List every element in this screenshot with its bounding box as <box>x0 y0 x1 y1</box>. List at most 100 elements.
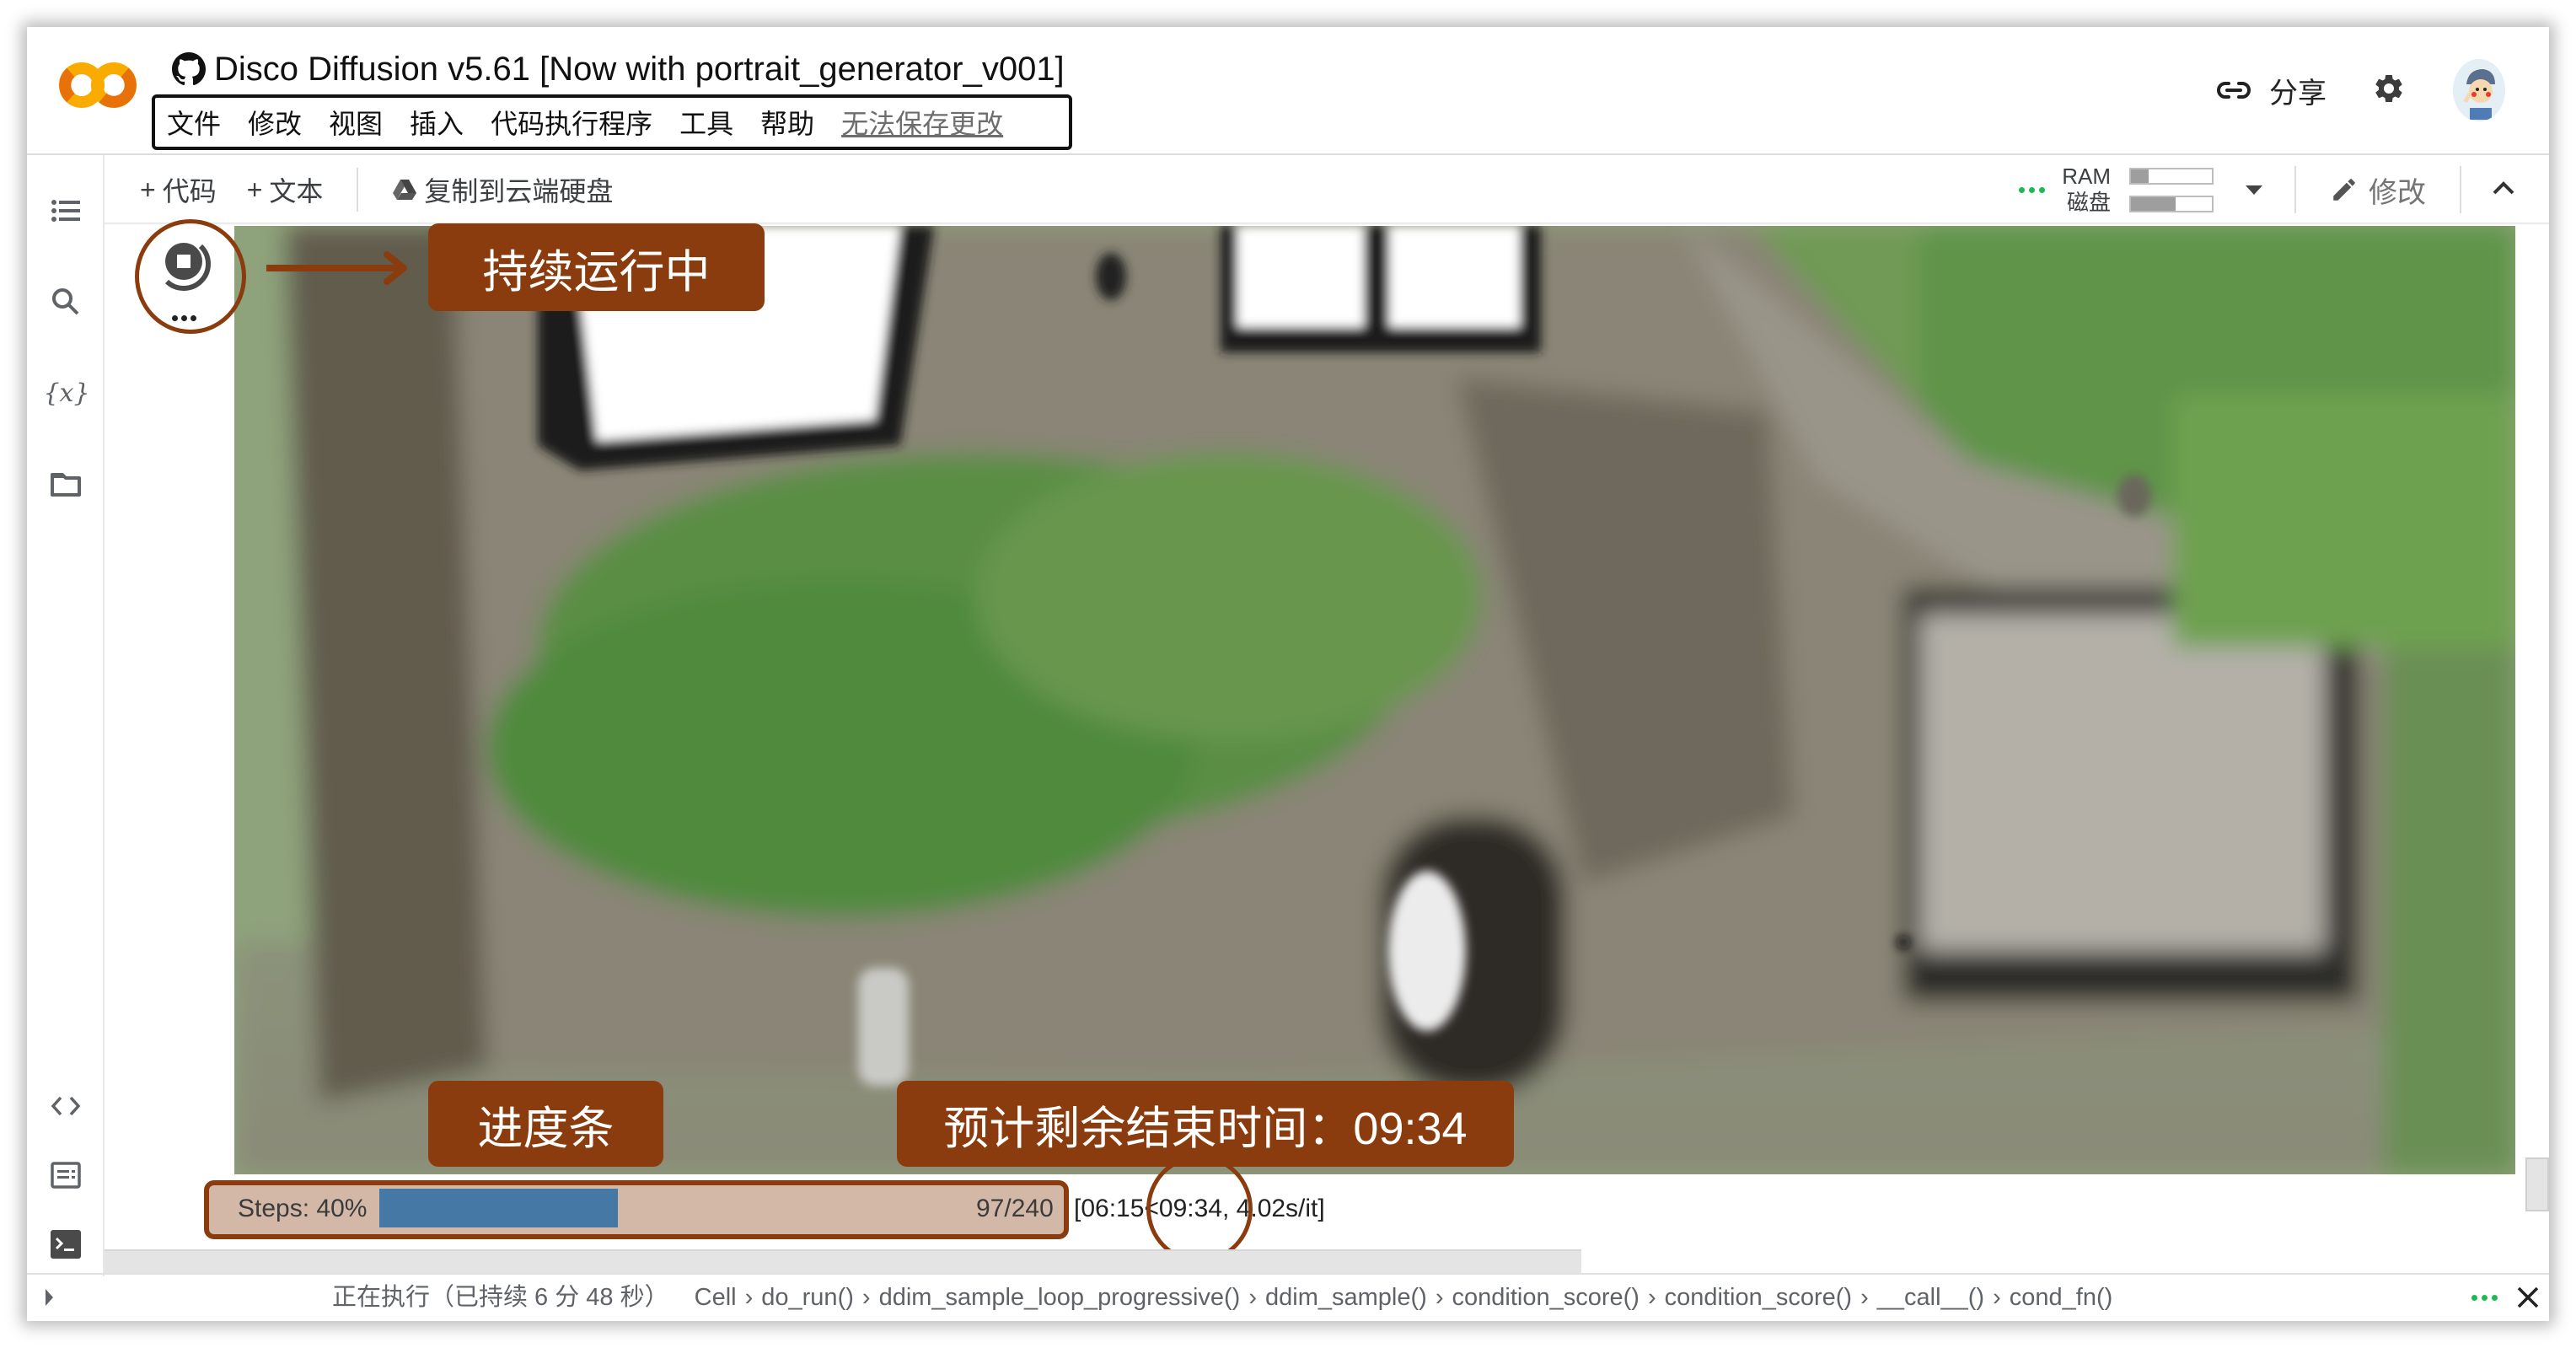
chevron-right-icon: › <box>1647 1284 1656 1311</box>
menu-file[interactable]: 文件 <box>167 103 221 142</box>
notebook-toolbar: + 代码 + 文本 复制到云端硬盘 <box>140 162 643 218</box>
menu-runtime[interactable]: 代码执行程序 <box>491 103 652 142</box>
github-icon <box>172 52 207 86</box>
chevron-right-icon: › <box>861 1284 871 1311</box>
cannot-save-link[interactable]: 无法保存更改 <box>841 103 1003 142</box>
breadcrumb-item[interactable]: condition_score() <box>1452 1281 1639 1314</box>
sidebar-item-table-of-contents[interactable] <box>51 196 81 226</box>
menu-bar: 文件 修改 视图 插入 代码执行程序 工具 帮助 无法保存更改 <box>152 94 1072 150</box>
annotation-progress-label: 进度条 <box>428 1081 663 1167</box>
chevron-right-icon: › <box>1248 1284 1258 1311</box>
disk-usage-bar <box>2129 195 2214 212</box>
breadcrumb-item[interactable]: condition_score() <box>1665 1281 1852 1314</box>
chevron-right-icon: › <box>1435 1284 1444 1311</box>
ram-label: RAM <box>2062 164 2111 189</box>
connected-indicator-icon <box>2019 186 2046 193</box>
breadcrumb-item[interactable]: Cell <box>695 1281 737 1314</box>
plus-icon: + <box>246 174 263 205</box>
progress-bar-fill <box>379 1189 618 1227</box>
annotation-eta-label: 预计剩余结束时间：09:34 <box>897 1081 1514 1167</box>
expand-status-icon[interactable] <box>46 1289 53 1306</box>
gear-icon <box>2375 74 2402 102</box>
add-code-label: 代码 <box>162 176 217 207</box>
execution-status: 正在执行（已持续 6 分 48 秒） Cell › do_run() › ddim_… <box>332 1281 2112 1314</box>
menu-view[interactable]: 视图 <box>329 103 383 142</box>
avatar[interactable] <box>2453 59 2505 121</box>
breadcrumb-item[interactable]: cond_fn() <box>2010 1281 2113 1314</box>
share-button[interactable]: 分享 <box>2217 70 2326 111</box>
toolbar-divider <box>357 168 359 212</box>
add-text-button[interactable]: + 文本 <box>247 170 324 209</box>
runtime-dropdown-caret-icon[interactable] <box>2246 185 2262 195</box>
copy-to-drive-button[interactable]: 复制到云端硬盘 <box>392 170 613 209</box>
progress-count: 97/240 <box>976 1195 1054 1222</box>
sidebar-item-code-snippets[interactable] <box>51 1091 81 1121</box>
collapse-header-button[interactable] <box>2492 180 2515 200</box>
menu-insert[interactable]: 插入 <box>410 103 464 142</box>
annotation-arrow-icon <box>266 251 407 285</box>
progress-bar <box>379 1189 1072 1227</box>
disk-usage-fill <box>2131 196 2176 211</box>
annotation-circle-run-button <box>135 219 246 334</box>
list-icon <box>51 200 80 222</box>
breadcrumb-item[interactable]: __call__() <box>1877 1281 1984 1314</box>
breadcrumb-item[interactable]: do_run() <box>761 1281 854 1314</box>
notebook-title[interactable]: Disco Diffusion v5.61 [Now with portrait… <box>172 44 1065 94</box>
progress-steps-label: Steps: 40% <box>238 1195 368 1222</box>
menu-help[interactable]: 帮助 <box>760 103 814 142</box>
edit-label: 修改 <box>2369 176 2426 209</box>
executing-duration: 正在执行（已持续 6 分 48 秒） <box>332 1284 669 1311</box>
menu-edit[interactable]: 修改 <box>248 103 302 142</box>
annotation-running-label: 持续运行中 <box>428 223 765 311</box>
resource-bars[interactable] <box>2129 167 2214 212</box>
chevron-right-icon: › <box>1860 1284 1869 1311</box>
add-code-button[interactable]: + 代码 <box>140 170 217 209</box>
close-status-button[interactable] <box>2514 1283 2542 1312</box>
pencil-icon <box>2333 179 2355 201</box>
breadcrumb-item[interactable]: ddim_sample_loop_progressive() <box>879 1281 1241 1314</box>
disk-label: 磁盘 <box>2066 190 2111 215</box>
chevron-right-icon: › <box>1993 1284 2001 1311</box>
status-connected-icon <box>2471 1295 2498 1301</box>
search-icon <box>52 288 79 315</box>
variables-icon: {x} <box>43 378 90 408</box>
horizontal-scrollbar[interactable] <box>105 1249 1581 1273</box>
toolbar-divider <box>2294 166 2296 213</box>
menu-tools[interactable]: 工具 <box>679 103 733 142</box>
folder-icon <box>51 473 81 497</box>
drive-icon <box>393 180 417 200</box>
vertical-scrollbar-thumb[interactable] <box>2525 1157 2549 1211</box>
resource-labels[interactable]: RAM 磁盘 <box>2062 164 2111 216</box>
edit-button[interactable]: 修改 <box>2330 169 2426 211</box>
cell-output-image <box>234 226 2515 1174</box>
notebook-title-text[interactable]: Disco Diffusion v5.61 [Now with portrait… <box>214 51 1065 89</box>
breadcrumb-item[interactable]: ddim_sample() <box>1265 1281 1427 1314</box>
plus-icon: + <box>140 174 156 205</box>
ram-usage-bar <box>2129 167 2214 185</box>
status-divider <box>27 1273 2549 1275</box>
colab-window: Disco Diffusion v5.61 [Now with portrait… <box>27 27 2549 1321</box>
settings-button[interactable] <box>2372 72 2406 110</box>
chevron-right-icon: › <box>744 1284 754 1311</box>
copy-to-drive-label: 复制到云端硬盘 <box>424 176 614 207</box>
sidebar-item-variables[interactable]: {x} <box>43 378 90 408</box>
sidebar-item-files[interactable] <box>51 469 81 499</box>
terminal-icon <box>51 1230 81 1259</box>
toolbar-divider <box>2460 166 2461 213</box>
chevron-up-icon <box>2493 180 2514 194</box>
command-palette-icon <box>51 1162 81 1189</box>
ram-usage-fill <box>2131 169 2149 183</box>
share-label: 分享 <box>2269 77 2326 110</box>
runtime-status: RAM 磁盘 修改 <box>2019 162 2515 218</box>
header-actions: 分享 <box>2217 59 2505 121</box>
sidebar-item-terminal[interactable] <box>51 1229 81 1259</box>
sidebar-item-search[interactable] <box>51 287 81 317</box>
header-divider <box>27 153 2549 155</box>
close-icon <box>2517 1286 2539 1308</box>
sidebar-item-command-palette[interactable] <box>51 1160 81 1190</box>
code-icon <box>51 1096 81 1116</box>
colab-logo[interactable] <box>59 61 137 110</box>
sidebar-divider <box>103 155 105 1276</box>
link-icon <box>2217 82 2251 99</box>
add-text-label: 文本 <box>269 176 324 207</box>
